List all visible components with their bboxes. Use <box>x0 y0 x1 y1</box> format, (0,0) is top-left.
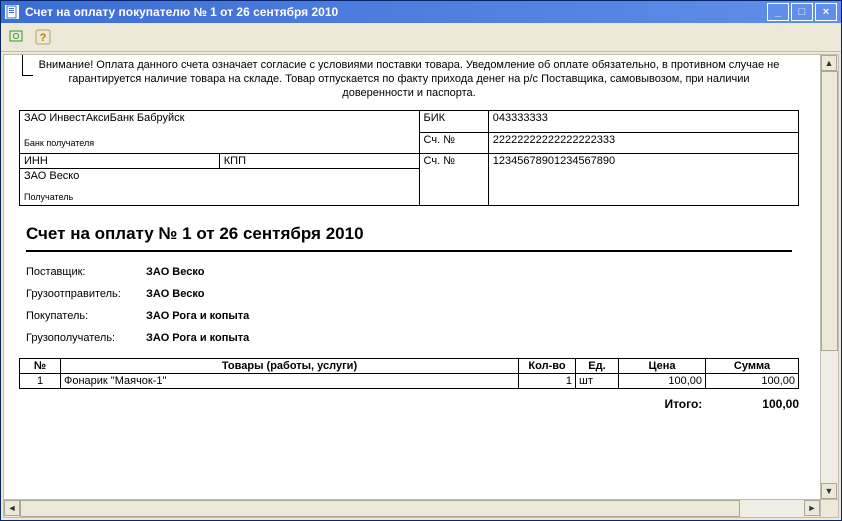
consignee-label: Грузополучатель: <box>26 332 146 344</box>
vscroll-thumb[interactable] <box>821 71 838 351</box>
page-corner-mark <box>22 55 33 76</box>
content-area: Внимание! Оплата данного счета означает … <box>3 54 839 518</box>
notice-text: Внимание! Оплата данного счета означает … <box>34 59 784 100</box>
col-name: Товары (работы, услуги) <box>61 359 519 374</box>
totals-row: Итого: 100,00 <box>19 397 799 411</box>
payee-bank: ЗАО ИнвестАксиБанк Бабруйск <box>24 112 415 124</box>
scrollbar-corner <box>820 499 838 517</box>
col-qty: Кол-во <box>519 359 576 374</box>
close-button[interactable]: × <box>815 3 837 21</box>
maximize-button[interactable]: □ <box>791 3 813 21</box>
item-name: Фонарик "Маячок-1" <box>61 374 519 389</box>
hscroll-track[interactable] <box>20 500 804 517</box>
total-label: Итого: <box>664 397 702 411</box>
kpp-label: КПП <box>224 155 246 167</box>
corr-account-value: 22222222222222222333 <box>488 132 798 154</box>
col-sum: Сумма <box>706 359 799 374</box>
toolbar: ? <box>1 23 841 52</box>
payee-bank-label: Банк получателя <box>24 138 415 148</box>
scroll-down-button[interactable]: ▼ <box>821 483 837 499</box>
item-qty: 1 <box>519 374 576 389</box>
item-num: 1 <box>20 374 61 389</box>
inn-label: ИНН <box>24 155 48 167</box>
document-page: Внимание! Оплата данного счета означает … <box>14 55 804 411</box>
parties-block: Поставщик: ЗАО Веско Грузоотправитель: З… <box>26 266 792 344</box>
bik-value: 043333333 <box>488 111 798 133</box>
item-price: 100,00 <box>619 374 706 389</box>
corr-account-label: Сч. № <box>419 132 488 154</box>
scroll-up-button[interactable]: ▲ <box>821 55 837 71</box>
buyer-label: Покупатель: <box>26 310 146 322</box>
item-sum: 100,00 <box>706 374 799 389</box>
total-value: 100,00 <box>762 397 799 411</box>
items-table: № Товары (работы, услуги) Кол-во Ед. Цен… <box>19 358 799 389</box>
scroll-right-button[interactable]: ► <box>804 500 820 516</box>
consignee-value: ЗАО Рога и копыта <box>146 332 249 344</box>
supplier-value: ЗАО Веско <box>146 266 204 278</box>
item-unit: шт <box>576 374 619 389</box>
document-title: Счет на оплату № 1 от 26 сентября 2010 <box>26 224 792 244</box>
titlebar: Счет на оплату покупателю № 1 от 26 сент… <box>1 1 841 23</box>
hscroll-thumb[interactable] <box>20 500 740 517</box>
buyer-value: ЗАО Рога и копыта <box>146 310 249 322</box>
bank-details-table: ЗАО ИнвестАксиБанк Бабруйск Банк получат… <box>19 110 799 206</box>
help-button[interactable]: ? <box>33 27 53 47</box>
document-viewport: Внимание! Оплата данного счета означает … <box>4 55 820 499</box>
col-unit: Ед. <box>576 359 619 374</box>
settlement-account-label: Сч. № <box>419 154 488 206</box>
settlement-account-value: 12345678901234567890 <box>488 154 798 206</box>
payee-name: ЗАО Веско <box>24 170 415 182</box>
title-separator <box>26 250 792 252</box>
window-title: Счет на оплату покупателю № 1 от 26 сент… <box>25 5 765 19</box>
col-price: Цена <box>619 359 706 374</box>
supplier-label: Поставщик: <box>26 266 146 278</box>
bik-label: БИК <box>419 111 488 133</box>
minimize-button[interactable]: _ <box>767 3 789 21</box>
table-row: 1 Фонарик "Маячок-1" 1 шт 100,00 100,00 <box>20 374 799 389</box>
scroll-left-button[interactable]: ◄ <box>4 500 20 516</box>
print-settings-button[interactable] <box>7 27 27 47</box>
horizontal-scrollbar[interactable]: ◄ ► <box>4 499 820 517</box>
document-icon <box>5 5 19 19</box>
col-num: № <box>20 359 61 374</box>
vscroll-track[interactable] <box>821 71 838 483</box>
shipper-value: ЗАО Веско <box>146 288 204 300</box>
shipper-label: Грузоотправитель: <box>26 288 146 300</box>
app-window: Счет на оплату покупателю № 1 от 26 сент… <box>0 0 842 521</box>
vertical-scrollbar[interactable]: ▲ ▼ <box>820 55 838 499</box>
payee-label: Получатель <box>24 192 415 202</box>
svg-text:?: ? <box>40 32 47 44</box>
